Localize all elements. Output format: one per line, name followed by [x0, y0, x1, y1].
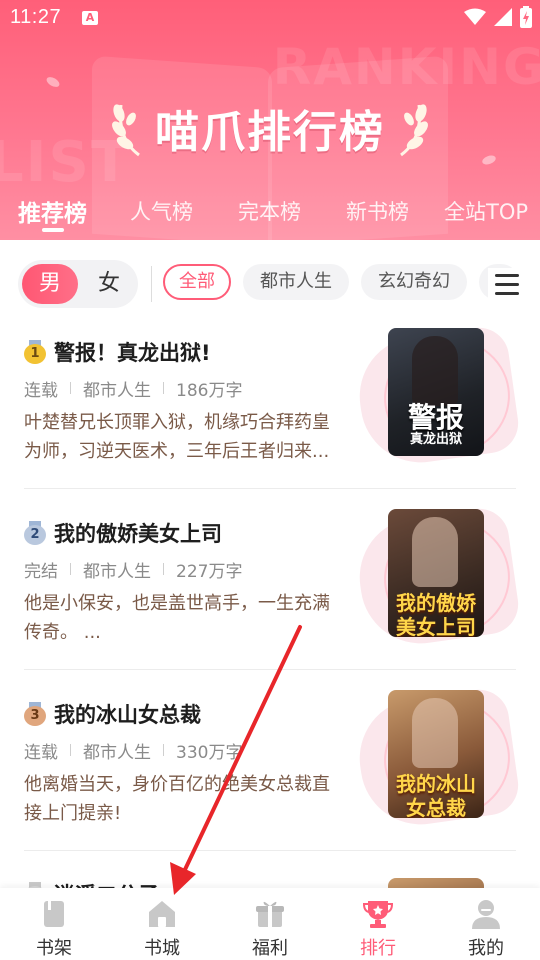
- bookshelf-icon: [44, 901, 64, 927]
- bookstore-home-icon: [149, 901, 175, 927]
- meta-separator: [70, 563, 71, 575]
- nav-profile[interactable]: 我的: [432, 888, 540, 960]
- book-description: 叶楚替兄长顶罪入狱，机缘巧合拜药皇为师，习逆天医术，三年后王者归来...: [24, 412, 330, 462]
- book-title[interactable]: 警报！真龙出狱!: [54, 337, 211, 367]
- book-title[interactable]: 我的冰山女总裁: [54, 699, 201, 729]
- profile-icon: [472, 900, 500, 929]
- book-word-count: 227万字: [176, 561, 243, 582]
- status-time: 11:27: [10, 6, 62, 28]
- meta-separator: [70, 744, 71, 756]
- laurel-left-icon: [112, 104, 140, 157]
- book-list-item[interactable]: 1 警报！真龙出狱! 连载 都市人生 186万字 叶楚替兄长顶罪入狱，机缘巧合拜…: [0, 323, 540, 516]
- book-description: 他离婚当天，身价百亿的绝美女总裁直接上门提亲!: [24, 774, 330, 824]
- nav-bookstore[interactable]: 书城: [108, 888, 216, 960]
- nav-label: 排行: [360, 938, 396, 959]
- meta-separator: [163, 744, 164, 756]
- laurel-right-icon: [400, 104, 428, 157]
- book-meta: 完结 都市人生 227万字: [24, 557, 243, 582]
- meta-separator: [70, 382, 71, 394]
- page-title: 喵爪排行榜: [155, 107, 385, 158]
- nav-bookshelf[interactable]: 书架: [0, 888, 108, 960]
- book-cover[interactable]: 我的冰山 女总裁: [351, 685, 523, 833]
- category-chip-urban[interactable]: 都市人生: [243, 264, 349, 300]
- book-cover[interactable]: 我的傲娇 美女上司: [351, 504, 523, 652]
- bronze-medal-icon: 3: [24, 702, 46, 726]
- category-chip-all[interactable]: 全部: [163, 264, 231, 300]
- book-description: 他是小保安，也是盖世高手，一生充满传奇。 ...: [24, 593, 330, 643]
- book-category: 都市人生: [83, 742, 151, 763]
- gold-medal-icon: 1: [24, 340, 46, 364]
- nav-ranking[interactable]: 排行: [324, 888, 432, 960]
- book-cover[interactable]: 警报 真龙出狱: [351, 323, 523, 471]
- silver-medal-icon: 2: [24, 521, 46, 545]
- gender-female-option[interactable]: 女: [84, 264, 134, 304]
- wifi-icon: [464, 8, 486, 25]
- list-divider: [24, 488, 516, 489]
- decorative-petal: [44, 75, 62, 89]
- book-title-row: 1 警报！真龙出狱!: [24, 336, 211, 368]
- signal-icon: [494, 8, 512, 26]
- tab-recommended[interactable]: 推荐榜: [18, 194, 87, 228]
- bottom-navigation: 书架 书城 福利 排行 我的: [0, 888, 540, 960]
- nav-label: 我的: [468, 938, 504, 959]
- book-word-count: 186万字: [176, 380, 243, 401]
- filter-row: 男 女 全部 都市人生 玄幻奇幻: [0, 240, 540, 324]
- list-divider: [24, 669, 516, 670]
- book-title-row: 2 我的傲娇美女上司: [24, 517, 222, 549]
- battery-charging-icon: [520, 6, 532, 28]
- book-list-item[interactable]: 2 我的傲娇美女上司 完结 都市人生 227万字 他是小保安，也是盖世高手，一生…: [0, 504, 540, 697]
- book-category: 都市人生: [83, 561, 151, 582]
- tab-completed[interactable]: 完本榜: [238, 196, 301, 226]
- cover-subtitle: 真龙出狱: [409, 432, 462, 447]
- cover-subtitle: 女总裁: [406, 796, 466, 818]
- category-chip-fantasy[interactable]: 玄幻奇幻: [361, 264, 467, 300]
- ranking-header: RANKING LIST 11:27 A 喵爪排行榜 推荐榜 人气榜 完本榜 新…: [0, 0, 540, 240]
- gender-male-option[interactable]: 男: [22, 264, 78, 304]
- book-meta: 连载 都市人生 330万字: [24, 738, 243, 763]
- book-status: 完结: [24, 561, 58, 582]
- list-divider: [24, 850, 516, 851]
- meta-separator: [163, 563, 164, 575]
- nav-label: 福利: [252, 938, 288, 959]
- book-status: 连载: [24, 742, 58, 763]
- cover-subtitle: 美女上司: [396, 615, 476, 637]
- book-list-item[interactable]: 4 逍遥二公子: [0, 878, 540, 907]
- status-icons: [464, 6, 532, 28]
- book-word-count: 330万字: [176, 742, 243, 763]
- book-title[interactable]: 我的傲娇美女上司: [54, 518, 222, 548]
- trophy-icon: [362, 901, 394, 928]
- ranking-tabs: 推荐榜 人气榜 完本榜 新书榜 全站TOP: [0, 192, 540, 236]
- status-bar: 11:27 A: [0, 0, 540, 36]
- book-status: 连载: [24, 380, 58, 401]
- cover-image: 我的冰山 女总裁: [388, 690, 484, 818]
- tab-new-books[interactable]: 新书榜: [346, 196, 409, 226]
- book-title-row: 3 我的冰山女总裁: [24, 698, 201, 730]
- book-category: 都市人生: [83, 380, 151, 401]
- filter-divider: [151, 266, 152, 302]
- nav-label: 书城: [144, 938, 180, 959]
- notification-app-icon: A: [82, 11, 98, 25]
- cover-image: [388, 878, 484, 888]
- active-tab-indicator: [42, 228, 64, 232]
- tab-site-top[interactable]: 全站TOP: [444, 196, 528, 226]
- meta-separator: [163, 382, 164, 394]
- hamburger-menu-icon[interactable]: [488, 268, 526, 300]
- nav-welfare[interactable]: 福利: [216, 888, 324, 960]
- book-meta: 连载 都市人生 186万字: [24, 376, 243, 401]
- gift-icon: [256, 901, 284, 927]
- book-list-item[interactable]: 3 我的冰山女总裁 连载 都市人生 330万字 他离婚当天，身价百亿的绝美女总裁…: [0, 685, 540, 878]
- cover-image: 警报 真龙出狱: [388, 328, 484, 456]
- tab-popular[interactable]: 人气榜: [130, 196, 193, 226]
- nav-label: 书架: [36, 938, 72, 959]
- title-row: 喵爪排行榜: [0, 96, 540, 160]
- cover-image: 我的傲娇 美女上司: [388, 509, 484, 637]
- book-cover[interactable]: [358, 878, 518, 888]
- gender-toggle: 男 女: [18, 260, 138, 308]
